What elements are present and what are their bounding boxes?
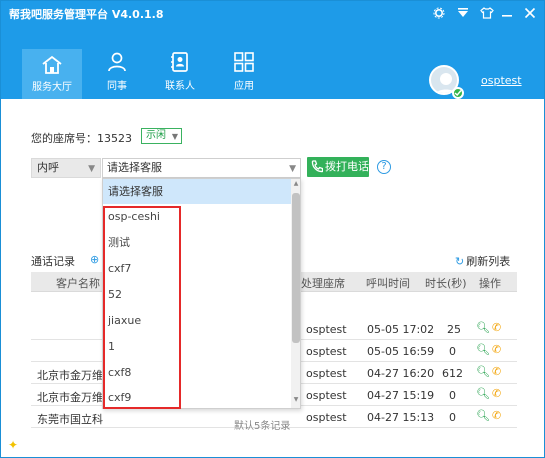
agent-select[interactable]: 请选择客服 ▼ — [102, 158, 301, 178]
refresh-label: 刷新列表 — [466, 255, 511, 268]
col-time: 呼叫时间 — [366, 277, 410, 290]
cell-time: 05-05 16:59 — [367, 345, 435, 358]
records-footer: 默认5条记录 — [234, 421, 291, 432]
dropdown-option[interactable]: osp-ceshi — [103, 204, 291, 229]
scroll-up-icon[interactable]: ▲ — [292, 180, 300, 190]
contacts-icon — [171, 52, 188, 72]
dial-call-label: 拨打电话 — [325, 160, 369, 173]
col-customer: 客户名称 — [56, 277, 100, 290]
dropdown-option[interactable]: cxf9 — [103, 385, 291, 408]
cell-customer: 东莞市国立科 — [37, 413, 103, 426]
nav-item-service-hall[interactable]: 服务大厅 — [22, 49, 82, 99]
apps-icon — [234, 52, 254, 72]
help-icon[interactable]: ? — [377, 160, 391, 174]
cell-time: 05-05 17:02 — [367, 323, 435, 336]
search-icon[interactable]: 🔍︎ — [476, 343, 490, 356]
dropdown-option[interactable]: jiaxue — [103, 308, 291, 333]
phone-icon[interactable]: ✆ — [492, 409, 501, 422]
cell-time: 04-27 15:19 — [367, 389, 435, 402]
agent-select-value: 请选择客服 — [107, 161, 162, 174]
nav-item-colleague[interactable]: 同事 — [87, 33, 147, 93]
dial-call-button[interactable]: 拨打电话 — [307, 157, 369, 177]
minimize-icon[interactable] — [496, 3, 518, 23]
dropdown-option[interactable]: 请选择客服 — [103, 179, 291, 204]
status-value: 示闲 — [146, 130, 166, 141]
app-window: 帮我吧服务管理平台 V4.0.1.8 服务大厅 同事 联系人 应用 osptes… — [0, 0, 545, 458]
refresh-list-button[interactable]: ↻ 刷新列表 — [455, 253, 510, 269]
seat-number-label: 您的座席号：13523 — [31, 132, 132, 145]
phone-icon[interactable]: ✆ — [492, 387, 501, 400]
scrollbar-thumb[interactable] — [292, 193, 300, 343]
row-actions: 🔍︎ ✆ — [476, 365, 506, 379]
cell-duration: 612 — [442, 367, 463, 380]
chevron-down-icon: ▼ — [289, 164, 296, 174]
call-direction-select[interactable]: 内呼 ▼ — [31, 158, 101, 178]
cell-duration: 0 — [449, 345, 456, 358]
dropdown-scrollbar[interactable]: ▲ ▼ — [291, 179, 300, 408]
col-duration: 时长(秒) — [425, 277, 467, 290]
nav-label: 应用 — [234, 81, 254, 92]
chevron-down-icon: ▼ — [171, 132, 178, 141]
row-actions: 🔍︎ ✆ — [476, 409, 506, 423]
nav-item-contacts[interactable]: 联系人 — [150, 33, 210, 93]
chevron-down-icon: ▼ — [88, 164, 95, 174]
dropdown-option[interactable]: cxf8 — [103, 360, 291, 385]
call-direction-value: 内呼 — [37, 161, 59, 174]
cell-agent: osptest — [306, 389, 347, 402]
cell-time: 04-27 15:13 — [367, 411, 435, 424]
cell-agent: osptest — [306, 411, 347, 424]
colleague-icon — [108, 52, 126, 72]
dropdown-option[interactable]: cxf7 — [103, 256, 291, 281]
cell-agent: osptest — [306, 345, 347, 358]
status-select[interactable]: 示闲 ▼ — [141, 128, 182, 144]
col-actions: 操作 — [479, 277, 501, 290]
dropdown-option[interactable]: 测试 — [103, 230, 291, 255]
agent-dropdown-list: 请选择客服 osp-ceshi 测试 cxf7 52 jiaxue 1 cxf8… — [102, 178, 301, 409]
settings-icon[interactable] — [428, 3, 450, 23]
title-bar: 帮我吧服务管理平台 V4.0.1.8 — [1, 1, 544, 25]
dropdown-menu-icon[interactable] — [452, 3, 474, 23]
online-status-badge — [452, 87, 464, 99]
cell-customer: 北京市金万维 — [37, 391, 103, 404]
cell-duration: 25 — [447, 323, 461, 336]
phone-icon[interactable]: ✆ — [492, 343, 501, 356]
nav-item-apps[interactable]: 应用 — [214, 33, 274, 93]
cell-duration: 0 — [449, 389, 456, 402]
cell-agent: osptest — [306, 323, 347, 336]
call-records-label: 通话记录 — [31, 255, 75, 268]
username-link[interactable]: osptest — [481, 74, 522, 87]
cell-customer: 北京市金万维 — [37, 369, 103, 382]
cell-agent: osptest — [306, 367, 347, 380]
dropdown-option[interactable]: 1 — [103, 334, 291, 359]
nav-label: 同事 — [107, 81, 127, 92]
phone-icon[interactable]: ✆ — [492, 321, 501, 334]
skin-icon[interactable] — [476, 3, 498, 23]
search-icon[interactable]: 🔍︎ — [476, 365, 490, 378]
nav-label: 联系人 — [165, 81, 195, 92]
row-actions: 🔍︎ ✆ — [476, 343, 506, 357]
search-icon[interactable]: 🔍︎ — [476, 387, 490, 400]
dropdown-option[interactable]: 52 — [103, 282, 291, 307]
close-icon[interactable] — [519, 3, 541, 23]
main-nav: 服务大厅 同事 联系人 应用 — [1, 25, 544, 99]
nav-label: 服务大厅 — [32, 82, 72, 93]
col-agent: 处理座席 — [301, 277, 345, 290]
home-icon — [42, 55, 62, 74]
search-icon[interactable]: ⊕ — [90, 253, 99, 266]
cell-time: 04-27 16:20 — [367, 367, 435, 380]
search-icon[interactable]: 🔍︎ — [476, 409, 490, 422]
row-actions: 🔍︎ ✆ — [476, 321, 506, 335]
refresh-icon: ↻ — [455, 255, 465, 268]
status-bulb-icon[interactable]: ✦ — [8, 438, 18, 452]
window-title: 帮我吧服务管理平台 V4.0.1.8 — [9, 8, 164, 21]
phone-icon[interactable]: ✆ — [492, 365, 501, 378]
cell-duration: 0 — [449, 411, 456, 424]
scroll-down-icon[interactable]: ▼ — [292, 396, 300, 406]
phone-icon — [311, 160, 323, 173]
search-icon[interactable]: 🔍︎ — [476, 321, 490, 334]
row-actions: 🔍︎ ✆ — [476, 387, 506, 401]
